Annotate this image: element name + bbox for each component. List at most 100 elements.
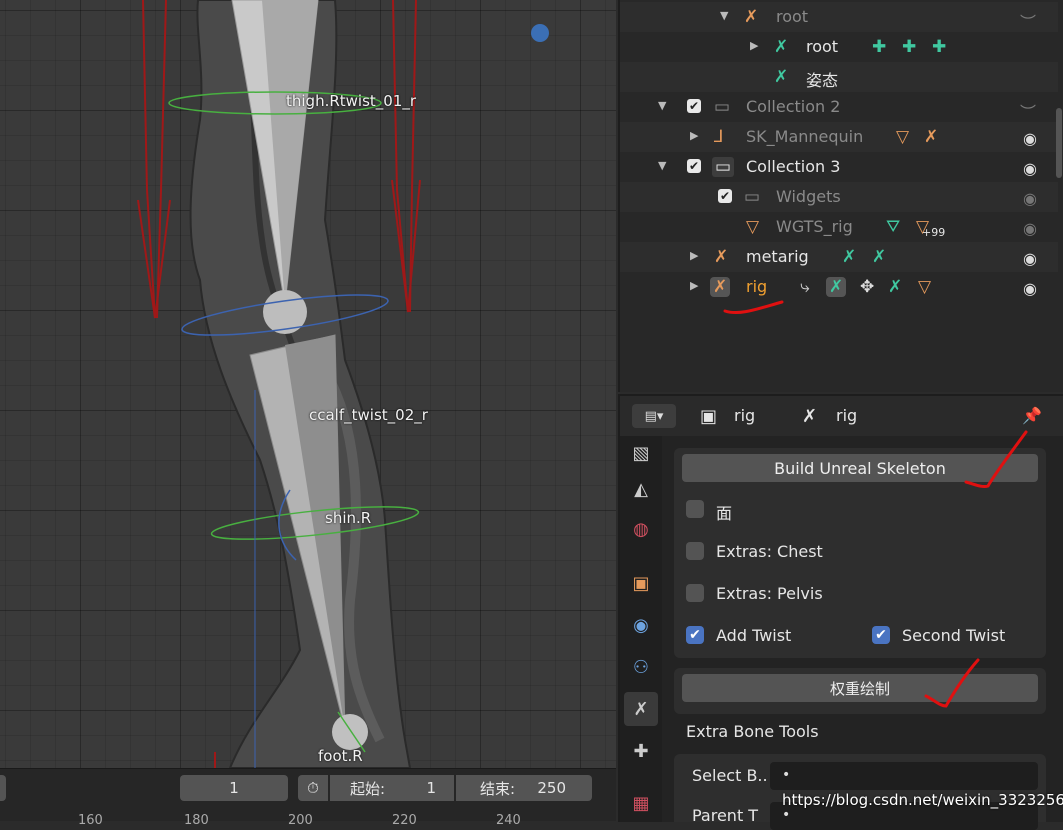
pose-icon: ✗: [842, 247, 857, 267]
data-name-label: rig: [836, 406, 858, 425]
stopwatch-icon[interactable]: ⏱: [298, 775, 328, 801]
outliner-item-label: root: [776, 7, 809, 26]
second-twist-checkbox[interactable]: ✔: [872, 626, 890, 644]
outliner-row-rig[interactable]: ▶ ✗ rig ⤷ ✗ ✥ ✗ ▽ ◉: [620, 272, 1058, 302]
outliner-scrollbar[interactable]: [1056, 108, 1062, 178]
pose-icon: ✗: [826, 277, 847, 297]
expand-triangle-icon[interactable]: ▶: [690, 129, 698, 142]
extras-chest-checkbox[interactable]: [686, 542, 704, 560]
tab-render-icon[interactable]: ▧: [624, 436, 658, 470]
tab-armature-data-icon[interactable]: ✗: [624, 692, 658, 726]
bone-label-shin: shin.R: [325, 509, 372, 527]
armature-icon: ✗: [744, 7, 759, 27]
select-bone-value: •: [782, 767, 791, 783]
visibility-eye-icon[interactable]: ◉: [1023, 279, 1037, 298]
armature-data-icon: ✗: [802, 406, 818, 427]
collection-checkbox[interactable]: ✔: [718, 189, 732, 203]
add-twist-label: Add Twist: [716, 626, 792, 645]
object-icon: ▣: [700, 406, 718, 427]
expand-triangle-icon[interactable]: ▼: [658, 99, 666, 112]
outliner-item-label: Collection 3: [746, 157, 841, 176]
visibility-eye-icon[interactable]: ◉: [1023, 159, 1037, 178]
expand-triangle-icon[interactable]: ▶: [690, 249, 698, 262]
extras-pelvis-checkbox[interactable]: [686, 584, 704, 602]
outliner-row-root-bone[interactable]: ▶ ✗ root ✚ ✚ ✚: [620, 32, 1058, 62]
face-checkbox[interactable]: [686, 500, 704, 518]
bone-label-thigh: thigh.Rtwist_01_r: [286, 92, 417, 110]
viewport-scene: [137, 0, 421, 768]
tab-physics-icon[interactable]: ◉: [624, 608, 658, 642]
collapse-chevron-icon[interactable]: ︶: [1020, 99, 1036, 123]
end-frame-field[interactable]: 结束: 250: [456, 775, 592, 801]
outliner-row-wgts-rig[interactable]: ▽ WGTS_rig ⛛ ▽ +99 ◉: [620, 212, 1058, 242]
end-frame-label: 结束:: [480, 779, 516, 798]
tab-scene-icon[interactable]: ◭: [624, 472, 658, 506]
outliner-item-label: metarig: [746, 247, 809, 266]
expand-triangle-icon[interactable]: ▼: [658, 159, 666, 172]
ruler-tick: 220: [392, 813, 417, 828]
start-frame-field[interactable]: 起始: 1: [330, 775, 454, 801]
vertex-group-icon: ⛛: [886, 217, 901, 237]
current-frame-field[interactable]: 1: [180, 775, 288, 801]
tab-constraints-icon[interactable]: ⚇: [624, 650, 658, 684]
bone-icon: ✚: [872, 37, 887, 57]
select-bone-field[interactable]: •: [770, 762, 1038, 790]
visibility-eye-icon[interactable]: ◉: [1023, 129, 1037, 148]
object-name-label: rig: [734, 406, 756, 425]
outliner-item-label: rig: [746, 277, 768, 296]
view-navigation-dot[interactable]: [531, 24, 549, 42]
mesh-icon: ▽: [746, 217, 760, 237]
parent-target-label: Parent T: [692, 806, 759, 825]
properties-tabs: ▧ ◭ ◍ ▣ ◉ ⚇ ✗ ✚ ▦: [620, 436, 662, 822]
collapse-chevron-icon[interactable]: ︶: [1020, 9, 1036, 33]
visibility-eye-icon[interactable]: ◉: [1023, 219, 1037, 238]
red-checkmark-annotation: [964, 430, 1028, 488]
second-twist-label: Second Twist: [902, 626, 1006, 645]
bone-label-foot: foot.R: [318, 747, 363, 765]
armature-icon: ✗: [714, 247, 729, 267]
timeline-bar: 1 ⏱ 起始: 1 结束: 250 160 180 200 220 240: [0, 768, 616, 828]
pose-icon: ✗: [774, 67, 789, 87]
tab-object-icon[interactable]: ▣: [624, 566, 658, 600]
outliner-row-metarig[interactable]: ▶ ✗ metarig ✗ ✗ ◉: [620, 242, 1058, 272]
end-frame-value: 250: [537, 779, 566, 797]
visibility-eye-icon[interactable]: ◉: [1023, 249, 1037, 268]
tab-world-icon[interactable]: ◍: [624, 512, 658, 546]
outliner-row-root-armature[interactable]: ▼ ✗ root ︶: [620, 2, 1058, 32]
start-frame-label: 起始:: [350, 779, 386, 798]
outliner-item-label: SK_Mannequin: [746, 127, 864, 146]
modifier-wrench-icon: ✥: [860, 277, 875, 297]
child-count-badge: +99: [922, 226, 946, 239]
outliner-row-pose[interactable]: ✗ 姿态: [620, 62, 1058, 92]
collection-icon: ▭: [744, 187, 761, 207]
expand-triangle-icon[interactable]: ▼: [720, 9, 728, 22]
expand-triangle-icon[interactable]: ▶: [750, 39, 758, 52]
add-twist-checkbox[interactable]: ✔: [686, 626, 704, 644]
expand-triangle-icon[interactable]: ▶: [690, 279, 698, 292]
watermark-url: https://blog.csdn.net/weixin_33232568: [782, 791, 1063, 809]
timeline-left-field[interactable]: [0, 775, 6, 801]
3d-viewport[interactable]: thigh.Rtwist_01_r ccalf_twist_02_r shin.…: [0, 0, 616, 768]
collection-checkbox[interactable]: ✔: [687, 159, 701, 173]
outliner-row-widgets[interactable]: ✔ ▭ Widgets ◉: [620, 182, 1058, 212]
outliner-item-label: Collection 2: [746, 97, 841, 116]
ankle-joint: [332, 714, 368, 750]
extra-bone-tools-panel: Select B.. • Parent T •: [674, 754, 1046, 830]
pin-icon[interactable]: 📌: [1022, 406, 1042, 425]
outliner-row-collection-2[interactable]: ▼ ✔ ▭ Collection 2 ︶: [620, 92, 1058, 122]
tab-bone-icon[interactable]: ✚: [624, 734, 658, 768]
collection-icon: ▭: [712, 157, 735, 177]
tab-texture-icon[interactable]: ▦: [624, 786, 658, 820]
outliner-row-collection-3[interactable]: ▼ ✔ ▭ Collection 3 ◉: [620, 152, 1058, 182]
outliner-row-sk-mannequin[interactable]: ▶ ⅃ SK_Mannequin ▽ ✗ ◉: [620, 122, 1058, 152]
editor-type-dropdown[interactable]: ▤▾: [632, 404, 676, 428]
extras-chest-label: Extras: Chest: [716, 542, 823, 561]
collection-checkbox[interactable]: ✔: [687, 99, 701, 113]
visibility-eye-icon[interactable]: ◉: [1023, 189, 1037, 208]
mesh-icon: ▽: [896, 127, 910, 147]
empty-axis-icon: ⅃: [714, 127, 724, 147]
properties-panel: ▤▾ ▣ rig ✗ rig 📌 ▧ ◭ ◍ ▣ ◉ ⚇ ✗ ✚ ▦ Build…: [618, 394, 1063, 830]
bone-icon: ✚: [902, 37, 917, 57]
constraint-link-icon: ⤷: [800, 277, 810, 297]
mesh-icon: ▽: [918, 277, 932, 297]
